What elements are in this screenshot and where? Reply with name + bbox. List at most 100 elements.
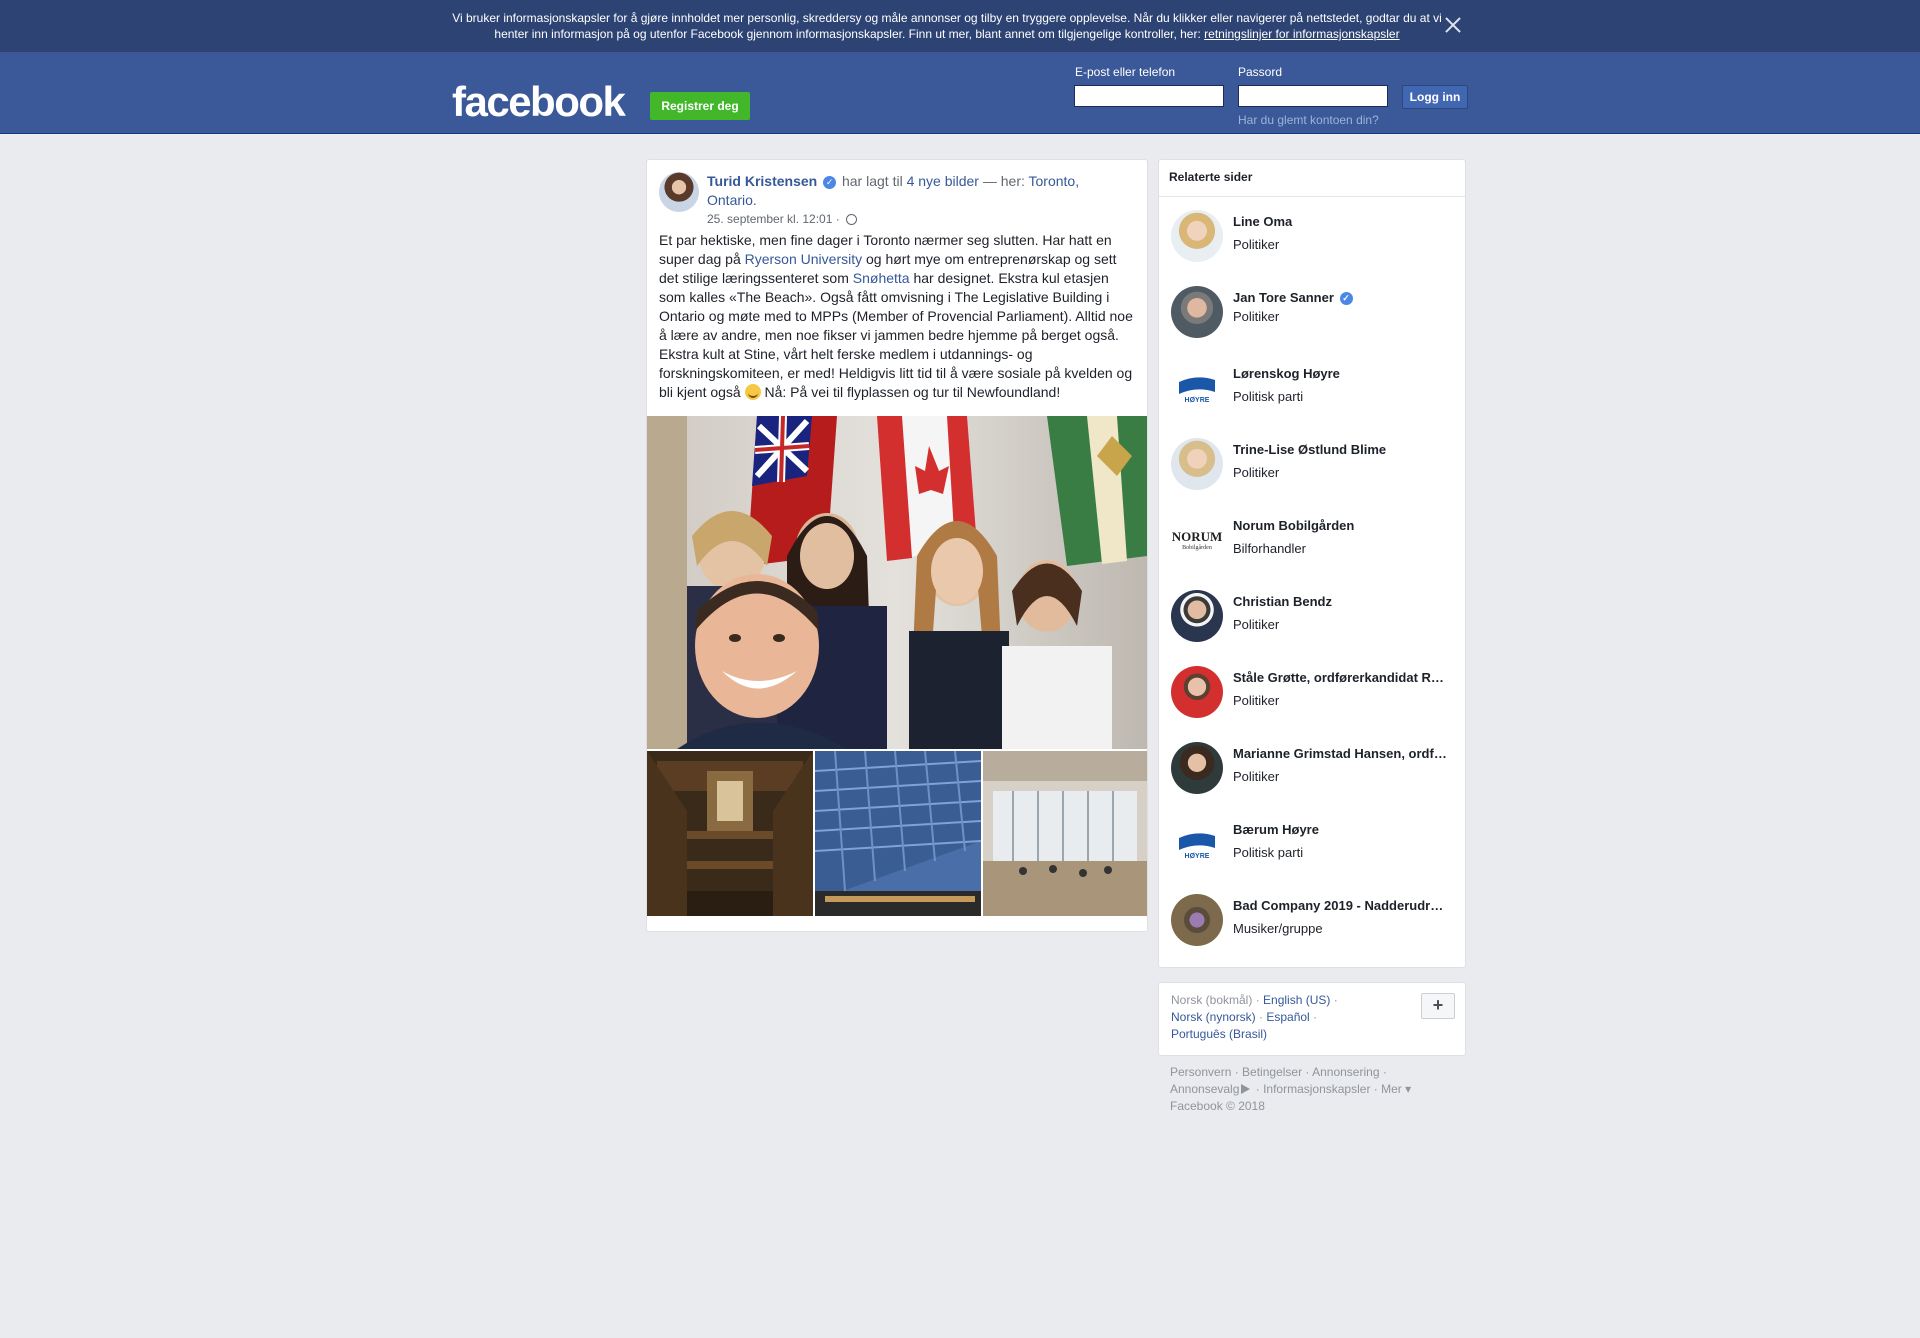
related-page-category: Bilforhandler bbox=[1233, 541, 1306, 556]
related-page-item[interactable]: Jan Tore Sanner ✓ Politiker bbox=[1171, 286, 1461, 346]
related-page-avatar[interactable] bbox=[1171, 286, 1223, 338]
related-page-category: Politiker bbox=[1233, 237, 1280, 252]
interior-hallway-photo bbox=[647, 751, 813, 916]
footer-adchoices-link[interactable]: Annonsevalg bbox=[1170, 1082, 1239, 1096]
related-page-item[interactable]: Marianne Grimstad Hansen, ordf… Politike… bbox=[1171, 742, 1461, 802]
location-end: . bbox=[752, 192, 757, 208]
lang-portugues[interactable]: Português (Brasil) bbox=[1171, 1027, 1267, 1041]
related-page-category: Politiker bbox=[1233, 693, 1280, 708]
related-page-name[interactable]: Jan Tore Sanner ✓ bbox=[1233, 290, 1451, 306]
ryerson-link[interactable]: Ryerson University bbox=[745, 251, 862, 267]
register-button[interactable]: Registrer deg bbox=[650, 92, 750, 120]
norum-logo[interactable]: NORUM Bobilgården bbox=[1171, 514, 1223, 566]
smile-emoji-icon bbox=[744, 384, 761, 400]
related-page-category: Politisk parti bbox=[1233, 845, 1304, 860]
related-page-item[interactable]: Bad Company 2019 - Nadderudr… Musiker/gr… bbox=[1171, 894, 1461, 954]
email-field[interactable] bbox=[1074, 85, 1224, 107]
facebook-logo[interactable]: facebook bbox=[452, 78, 626, 126]
adchoices-icon bbox=[1241, 1084, 1251, 1094]
svg-text:HØYRE: HØYRE bbox=[1185, 397, 1210, 404]
hoyre-logo[interactable]: HØYRE bbox=[1171, 362, 1223, 414]
related-page-category: Politiker bbox=[1233, 617, 1280, 632]
header: facebook Registrer deg E-post eller tele… bbox=[0, 52, 1920, 134]
footer-privacy-link[interactable]: Personvern bbox=[1170, 1065, 1231, 1079]
related-page-category: Politisk parti bbox=[1233, 389, 1304, 404]
related-page-item[interactable]: Christian Bendz Politiker bbox=[1171, 590, 1461, 650]
post-photo-2[interactable] bbox=[647, 751, 813, 916]
forgot-account-link[interactable]: Har du glemt kontoen din? bbox=[1238, 113, 1379, 127]
post-card: Turid Kristensen ✓ har lagt til 4 nye bi… bbox=[646, 159, 1148, 932]
norum-logo-icon: NORUM Bobilgården bbox=[1172, 529, 1223, 551]
password-label: Passord bbox=[1238, 65, 1283, 79]
post-timestamp: 25. september kl. 12:01 · bbox=[707, 212, 858, 226]
lang-espanol[interactable]: Español bbox=[1266, 1010, 1309, 1024]
related-pages-panel: Relaterte sider Line Oma Politiker Jan T… bbox=[1158, 159, 1466, 968]
post-text-part: Nå: På vei til flyplassen og tur til New… bbox=[760, 384, 1061, 400]
footer-copyright: Facebook © 2018 bbox=[1170, 1099, 1265, 1113]
learning-center-photo bbox=[983, 751, 1147, 916]
related-page-avatar[interactable] bbox=[1171, 894, 1223, 946]
language-list: Norsk (bokmål) · English (US) · Norsk (n… bbox=[1171, 992, 1401, 1043]
verified-icon: ✓ bbox=[1339, 292, 1353, 306]
post-text-part: har designet. Ekstra kul etasjen som kal… bbox=[659, 270, 1133, 400]
related-page-name[interactable]: Christian Bendz bbox=[1233, 594, 1451, 609]
separator: · bbox=[1252, 993, 1264, 1007]
hoyre-logo-icon: HØYRE bbox=[1179, 833, 1215, 860]
related-page-name[interactable]: Line Oma bbox=[1233, 214, 1451, 229]
separator: · bbox=[1255, 1010, 1267, 1024]
related-page-item[interactable]: Ståle Grøtte, ordførerkandidat R… Politi… bbox=[1171, 666, 1461, 726]
related-page-name[interactable]: Marianne Grimstad Hansen, ordf… bbox=[1233, 746, 1451, 761]
separator: · bbox=[1330, 993, 1338, 1007]
related-page-category: Musiker/gruppe bbox=[1233, 921, 1323, 936]
related-page-category: Politiker bbox=[1233, 465, 1280, 480]
post-action-text: har lagt til bbox=[838, 173, 907, 189]
footer-terms-link[interactable]: Betingelser bbox=[1242, 1065, 1302, 1079]
footer-more-link[interactable]: Mer bbox=[1381, 1082, 1402, 1096]
close-icon[interactable] bbox=[1442, 14, 1464, 36]
svg-text:NORUM: NORUM bbox=[1172, 529, 1223, 544]
svg-text:HØYRE: HØYRE bbox=[1185, 853, 1210, 860]
blue-glass-building-photo bbox=[815, 751, 981, 916]
related-page-item[interactable]: NORUM Bobilgården Norum Bobilgården Bilf… bbox=[1171, 514, 1461, 574]
post-photo-main[interactable] bbox=[647, 416, 1147, 749]
footer-cookies-link[interactable]: Informasjonskapsler bbox=[1263, 1082, 1370, 1096]
related-page-name[interactable]: Ståle Grøtte, ordførerkandidat R… bbox=[1233, 670, 1451, 685]
lang-english[interactable]: English (US) bbox=[1263, 993, 1330, 1007]
related-page-name[interactable]: Bærum Høyre bbox=[1233, 822, 1451, 837]
post-photo-3[interactable] bbox=[815, 751, 981, 916]
password-field[interactable] bbox=[1238, 85, 1388, 107]
related-page-name[interactable]: Bad Company 2019 - Nadderudr… bbox=[1233, 898, 1451, 913]
related-page-avatar[interactable] bbox=[1171, 438, 1223, 490]
cookie-banner: Vi bruker informasjonskapsler for å gjør… bbox=[0, 0, 1920, 52]
related-page-item[interactable]: Trine-Lise Østlund Blime Politiker bbox=[1171, 438, 1461, 498]
cookie-policy-link[interactable]: retningslinjer for informasjonskapsler bbox=[1204, 27, 1399, 41]
footer-advertising-link[interactable]: Annonsering bbox=[1312, 1065, 1379, 1079]
divider bbox=[1159, 196, 1465, 197]
snohetta-link[interactable]: Snøhetta bbox=[853, 270, 910, 286]
related-page-avatar[interactable] bbox=[1171, 210, 1223, 262]
cookie-banner-text: Vi bruker informasjonskapsler for å gjør… bbox=[452, 11, 1442, 41]
lang-nynorsk[interactable]: Norsk (nynorsk) bbox=[1171, 1010, 1256, 1024]
related-page-avatar[interactable] bbox=[1171, 590, 1223, 642]
related-page-item[interactable]: HØYRE Lørenskog Høyre Politisk parti bbox=[1171, 362, 1461, 422]
post-text: Et par hektiske, men fine dager i Toront… bbox=[659, 231, 1139, 402]
timestamp-text[interactable]: 25. september kl. 12:01 · bbox=[707, 212, 840, 226]
author-name[interactable]: Turid Kristensen bbox=[707, 173, 817, 189]
separator: · bbox=[1309, 1010, 1318, 1024]
related-page-category: Politiker bbox=[1233, 309, 1280, 324]
related-page-name[interactable]: Lørenskog Høyre bbox=[1233, 366, 1451, 381]
hoyre-logo[interactable]: HØYRE bbox=[1171, 818, 1223, 870]
login-button[interactable]: Logg inn bbox=[1402, 85, 1468, 109]
related-page-avatar[interactable] bbox=[1171, 666, 1223, 718]
related-page-name[interactable]: Trine-Lise Østlund Blime bbox=[1233, 442, 1451, 457]
related-page-avatar[interactable] bbox=[1171, 742, 1223, 794]
related-page-item[interactable]: Line Oma Politiker bbox=[1171, 210, 1461, 270]
author-avatar[interactable] bbox=[659, 172, 699, 212]
more-languages-button[interactable]: + bbox=[1421, 993, 1455, 1019]
related-pages-title: Relaterte sider bbox=[1169, 170, 1253, 184]
photos-link[interactable]: 4 nye bilder bbox=[907, 173, 979, 189]
footer: Personvern · Betingelser · Annonsering ·… bbox=[1170, 1065, 1412, 1113]
related-page-name[interactable]: Norum Bobilgården bbox=[1233, 518, 1451, 533]
post-photo-4[interactable] bbox=[983, 751, 1147, 916]
related-page-item[interactable]: HØYRE Bærum Høyre Politisk parti bbox=[1171, 818, 1461, 878]
